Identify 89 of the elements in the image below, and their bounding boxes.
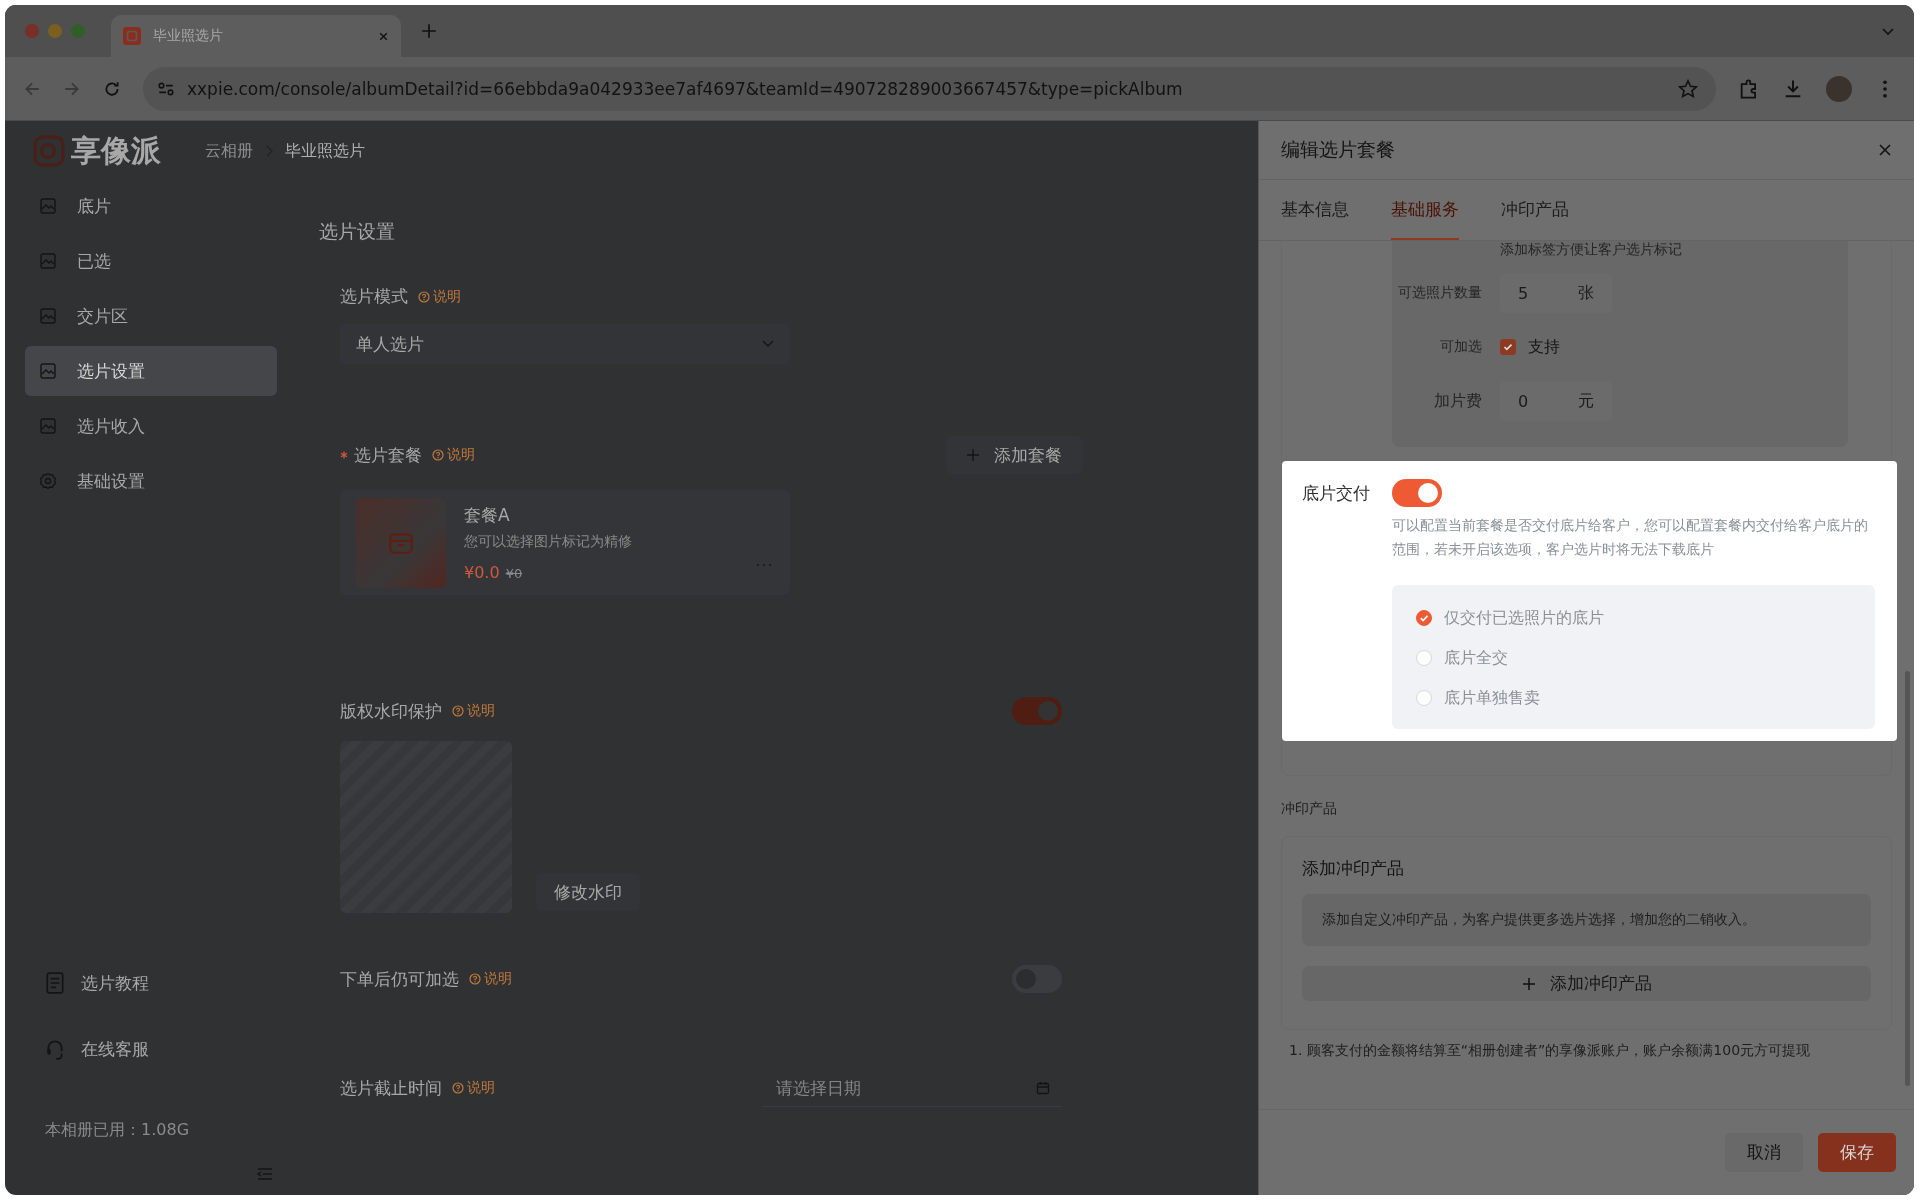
breadcrumb-link[interactable]: 云相册 xyxy=(205,140,253,162)
help-link[interactable]: 说明 xyxy=(452,1079,495,1097)
address-bar[interactable]: xxpie.com/console/albumDetail?id=66ebbda9a042933ee7af4697&teamId=490728289003667457&type=pickAlbum xyxy=(143,66,1716,111)
bookmark-star-icon[interactable] xyxy=(1678,78,1698,99)
calendar-icon xyxy=(1036,1080,1050,1095)
page-title: 选片设置 xyxy=(319,219,396,244)
image-icon xyxy=(39,252,57,270)
checkbox[interactable] xyxy=(1500,339,1516,355)
collapse-menu-icon[interactable] xyxy=(257,1167,273,1181)
scrollbar[interactable] xyxy=(1905,671,1910,1086)
section-label: 冲印产品 xyxy=(1281,800,1338,818)
save-button[interactable]: 保存 xyxy=(1818,1133,1896,1172)
add-package-button[interactable]: 添加套餐 xyxy=(946,436,1082,474)
field-label: 选片模式 xyxy=(340,285,408,308)
help-icon xyxy=(418,290,430,303)
settlement-note: 1. 顾客支付的金额将结算至“相册创建者”的享像派账户，账户余额满100元方可提现 xyxy=(1288,1042,1812,1060)
package-price: ¥0.0 xyxy=(464,562,500,582)
help-link[interactable]: 说明 xyxy=(432,446,475,464)
help-icon xyxy=(432,449,444,461)
chevron-down-icon xyxy=(762,340,774,348)
sidebar-link[interactable]: 选片教程 xyxy=(5,958,277,1008)
sidebar-item[interactable]: 选片设置 xyxy=(25,346,277,396)
image-icon xyxy=(39,417,57,435)
sidebar-link[interactable]: 在线客服 xyxy=(5,1024,277,1074)
help-icon xyxy=(469,973,481,985)
image-icon xyxy=(39,362,57,380)
gear-icon xyxy=(39,472,57,490)
radio-option[interactable]: 仅交付已选照片的底片 xyxy=(1416,605,1851,631)
image-icon xyxy=(39,197,57,215)
camera-logo-icon xyxy=(33,135,65,167)
field-label: 加片费 xyxy=(1433,390,1482,412)
radio-button[interactable] xyxy=(1416,610,1432,626)
cancel-button[interactable]: 取消 xyxy=(1725,1133,1803,1172)
mode-select[interactable]: 单人选片 xyxy=(340,324,790,364)
radio-option[interactable]: 底片单独售卖 xyxy=(1416,685,1851,711)
package-name: 套餐A xyxy=(464,503,511,527)
sidebar-item[interactable]: 交片区 xyxy=(25,291,277,341)
brand-name: 享像派 xyxy=(71,131,161,170)
edit-watermark-button[interactable]: 修改水印 xyxy=(536,873,640,911)
breadcrumb-link[interactable]: 毕业照选片 xyxy=(285,140,365,162)
field-label: 下单后仍可加选 xyxy=(340,967,459,991)
field-label: 选片套餐 xyxy=(354,443,422,467)
help-link[interactable]: 说明 xyxy=(452,702,495,720)
close-icon[interactable] xyxy=(1878,143,1892,157)
drawer-title: 编辑选片套餐 xyxy=(1281,137,1395,162)
add-print-product-button[interactable]: 添加冲印产品 xyxy=(1302,966,1871,1001)
profile-avatar[interactable] xyxy=(1826,75,1852,102)
field-label: 选片截止时间 xyxy=(340,1076,442,1100)
help-link[interactable]: 说明 xyxy=(469,970,512,988)
camera-logo-icon xyxy=(123,27,141,45)
delivery-description: 可以配置当前套餐是否交付底片给客户，您可以配置套餐内交付给客户底片的范围，若未开启该选项，客户选片时将无法下载底片 xyxy=(1392,516,1869,559)
plus-icon xyxy=(966,448,980,462)
radio-option[interactable]: 底片全交 xyxy=(1416,645,1851,671)
date-field[interactable]: 请选择日期 xyxy=(774,1076,1036,1099)
sidebar-item[interactable]: 已选 xyxy=(25,236,277,286)
url-text: xxpie.com/console/albumDetail?id=66ebbda9a042933ee7af4697&teamId=490728289003667457&type=pickAlbum xyxy=(187,78,1183,99)
box-icon xyxy=(388,530,414,555)
zoom-window-dot[interactable] xyxy=(71,24,85,38)
section-title: 添加冲印产品 xyxy=(1302,857,1405,880)
package-description: 您可以选择图片标记为精修 xyxy=(464,532,633,551)
help-icon xyxy=(452,705,464,717)
help-link[interactable]: 说明 xyxy=(418,287,461,306)
tab[interactable]: 基本信息 xyxy=(1281,180,1349,240)
tab[interactable]: 冲印产品 xyxy=(1501,180,1569,240)
help-icon xyxy=(452,1082,464,1094)
new-tab-icon[interactable] xyxy=(421,23,437,39)
field-label: 版权水印保护 xyxy=(340,699,442,723)
sidebar-item[interactable]: 基础设置 xyxy=(25,456,277,506)
tag-hint: 添加标签方便让客户选片标记 xyxy=(1499,241,1683,259)
plus-icon xyxy=(1521,976,1536,991)
sidebar-item[interactable]: 选片收入 xyxy=(25,401,277,451)
browser-tab[interactable]: 毕业照选片 xyxy=(111,15,401,57)
close-tab-icon[interactable] xyxy=(378,30,389,42)
close-window-dot[interactable] xyxy=(25,24,39,38)
reload-icon[interactable] xyxy=(103,79,121,98)
image-icon xyxy=(39,307,57,325)
field-label: 可加选 xyxy=(1439,338,1482,356)
toggle-switch[interactable] xyxy=(1392,479,1442,507)
checkbox-label[interactable]: 支持 xyxy=(1528,336,1560,358)
toggle-switch[interactable] xyxy=(1012,697,1062,725)
storage-usage: 本相册已用：1.08G xyxy=(44,1120,191,1141)
original-price: ¥0 xyxy=(505,565,523,581)
field-label: 底片交付 xyxy=(1302,481,1371,505)
headset-icon xyxy=(45,1038,65,1060)
field-label: 可选照片数量 xyxy=(1397,284,1482,302)
minimize-window-dot[interactable] xyxy=(48,24,62,38)
sidebar-item[interactable]: 底片 xyxy=(25,181,277,231)
package-card[interactable]: 套餐A 您可以选择图片标记为精修 ¥0.0 ¥0 xyxy=(340,490,790,595)
document-icon xyxy=(45,972,65,994)
